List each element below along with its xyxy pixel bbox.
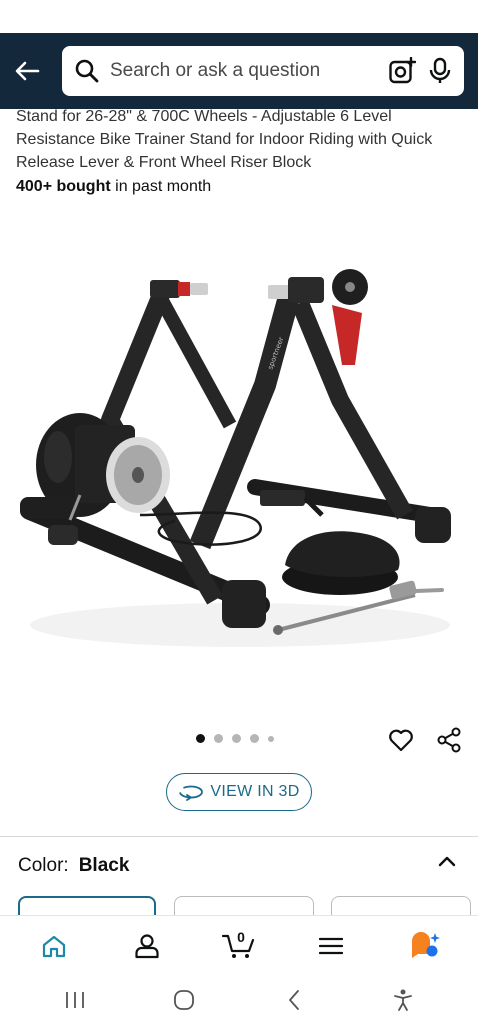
bought-count-suffix: in past month (110, 178, 212, 195)
section-divider (0, 836, 478, 837)
collapse-variations-button[interactable] (436, 852, 458, 870)
share-icon (437, 727, 461, 753)
share-button[interactable] (436, 727, 462, 753)
color-variation-row[interactable]: Color: Black (18, 855, 129, 877)
rufus-ai-icon (411, 931, 440, 958)
carousel-dot-active[interactable] (196, 734, 205, 743)
account-icon (134, 933, 159, 958)
carousel-dot[interactable] (250, 734, 259, 743)
bottom-navigation: 0 (0, 915, 478, 975)
microphone-icon[interactable] (428, 57, 452, 85)
nav-account[interactable] (117, 921, 177, 971)
recent-apps-icon (65, 991, 84, 1008)
rotate-3d-icon (179, 785, 204, 801)
home-system-button[interactable] (164, 980, 204, 1020)
search-input[interactable] (110, 60, 384, 82)
menu-icon (319, 937, 344, 954)
carousel-dot[interactable] (232, 734, 241, 743)
back-system-button[interactable] (274, 980, 314, 1020)
nav-menu[interactable] (301, 921, 361, 971)
image-carousel-dots[interactable] (196, 734, 274, 743)
view-in-3d-label: VIEW IN 3D (210, 783, 300, 800)
home-icon (43, 935, 66, 957)
view-in-3d-button[interactable]: VIEW IN 3D (166, 773, 312, 811)
cart-count: 0 (237, 928, 245, 945)
bought-count-bold: 400+ bought (16, 178, 111, 195)
color-label: Color: (18, 855, 69, 876)
circle-home-icon (174, 989, 195, 1010)
nav-home[interactable] (24, 921, 84, 971)
accessibility-icon (394, 989, 413, 1011)
nav-rufus[interactable] (394, 921, 454, 971)
arrow-left-icon (15, 61, 40, 81)
nav-cart[interactable]: 0 (209, 921, 269, 971)
recent-apps-button[interactable] (55, 980, 95, 1020)
carousel-dot[interactable] (214, 734, 223, 743)
search-bar[interactable] (62, 46, 464, 96)
app-header (0, 33, 478, 109)
accessibility-button[interactable] (383, 980, 423, 1020)
system-navigation-bar (0, 975, 478, 1024)
heart-icon (389, 729, 413, 752)
bought-count: 400+ bought in past month (16, 178, 462, 196)
carousel-dot[interactable] (268, 735, 274, 742)
product-title[interactable]: Stand for 26-28" & 700C Wheels - Adjusta… (16, 105, 462, 169)
chevron-up-icon (438, 856, 456, 867)
status-bar (0, 0, 478, 33)
search-icon (75, 59, 99, 83)
color-value: Black (78, 855, 130, 876)
chevron-left-icon (288, 989, 299, 1010)
wishlist-button[interactable] (388, 727, 414, 753)
product-image[interactable]: sportneer (10, 225, 468, 705)
back-button[interactable] (10, 54, 44, 88)
bike-trainer-image: sportneer (20, 269, 451, 647)
camera-lens-icon[interactable] (388, 57, 416, 85)
product-title-block: Stand for 26-28" & 700C Wheels - Adjusta… (0, 105, 478, 196)
